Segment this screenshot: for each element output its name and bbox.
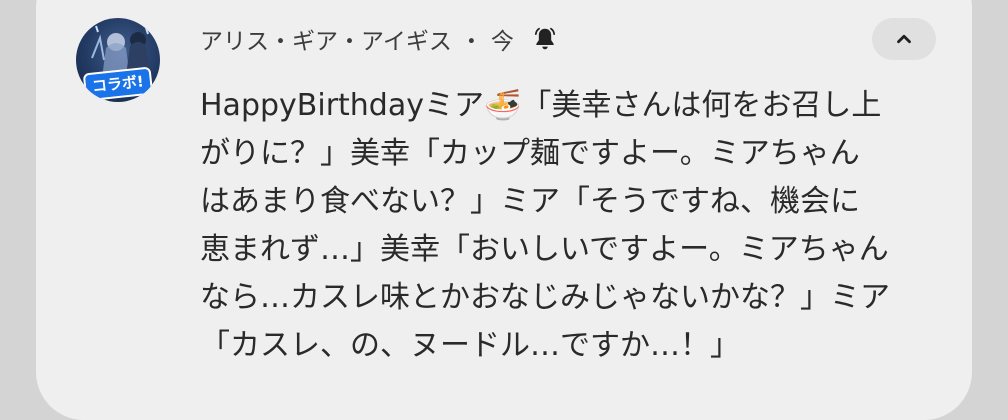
collapse-button[interactable]	[872, 18, 936, 60]
message-line: なら…カスレ味とかおなじみじゃないかな？」ミア	[200, 280, 890, 315]
header-separator: ・	[459, 29, 483, 55]
app-avatar: コラボ!	[76, 18, 160, 102]
notification-message: HappyBirthdayミア🍜「美幸さんは何をお召し上 がりに？」美幸「カップ…	[200, 82, 940, 370]
notification-header: アリス・ギア・アイギス ・ 今	[200, 22, 558, 56]
app-name: アリス・ギア・アイギス	[200, 29, 452, 55]
message-line: はあまり食べない？」ミア「そうですね、機会に	[200, 184, 860, 219]
chevron-up-icon	[897, 34, 911, 44]
bell-icon	[532, 26, 558, 52]
message-line: 恵まれず…」美幸「おいしいですよー。ミアちゃん	[200, 232, 889, 267]
message-line: がりに？」美幸「カップ麺ですよー。ミアちゃん	[200, 136, 860, 171]
message-line: 「カスレ、の、ヌードル…ですか…！」	[200, 328, 740, 363]
message-line: HappyBirthdayミア🍜「美幸さんは何をお召し上	[200, 88, 882, 123]
timestamp: 今	[490, 29, 514, 55]
